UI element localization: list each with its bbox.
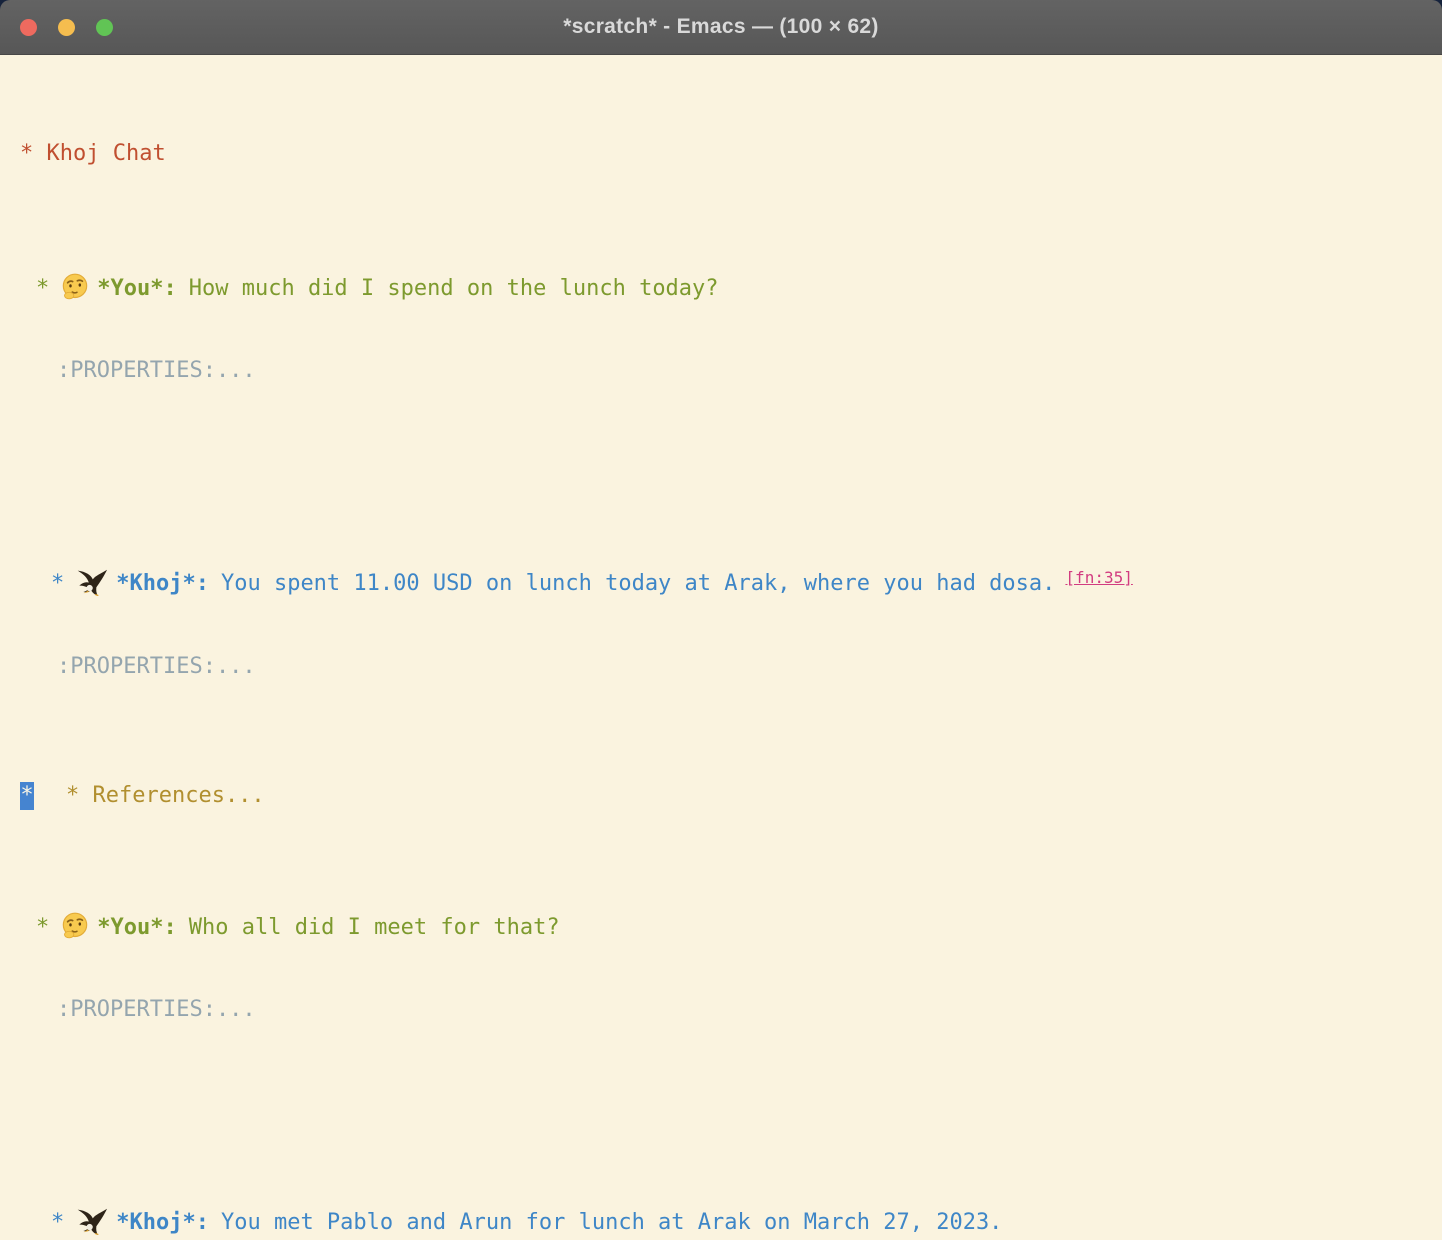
speaker-label: *Khoj*: [116, 571, 209, 596]
references-line[interactable]: * * References... [20, 782, 1432, 810]
emacs-window: *scratch* - Emacs — (100 × 62) * Khoj Ch… [0, 0, 1442, 1240]
blank-line [20, 436, 1432, 466]
org-star: * [36, 915, 49, 940]
chat-message-khoj[interactable]: * *Khoj*: You met Pablo and Arun for lunch… [20, 1205, 1432, 1240]
message-text: Who all did I meet for that? [189, 915, 560, 940]
footnote-link[interactable]: [fn:35] [1065, 568, 1132, 587]
org-star: * [51, 1210, 64, 1235]
eagle-icon [76, 569, 108, 596]
message-text: You met Pablo and Arun for lunch at Arak… [221, 1210, 1002, 1235]
org-heading-khoj-chat[interactable]: * Khoj Chat [20, 136, 1432, 171]
zoom-button[interactable] [96, 19, 113, 36]
speaker-label: *Khoj*: [116, 1210, 209, 1235]
message-text: You spent 11.00 USD on lunch today at Ar… [221, 571, 1055, 596]
references-heading[interactable]: * References... [66, 783, 265, 808]
eagle-icon [76, 1208, 108, 1235]
chat-message-you[interactable]: * *You*: How much did I spend on the lunch… [20, 271, 1432, 306]
speaker-label: *You*: [97, 276, 176, 301]
thinking-face-icon [61, 912, 89, 940]
properties-drawer[interactable]: :PROPERTIES:... [20, 995, 1432, 1025]
thinking-face-icon [61, 273, 89, 301]
chat-message-you[interactable]: * *You*: Who all did I meet for that? [20, 910, 1432, 945]
window-title: *scratch* - Emacs — (100 × 62) [563, 15, 878, 39]
traffic-lights [20, 0, 113, 55]
org-star: * [36, 276, 49, 301]
title-bar[interactable]: *scratch* - Emacs — (100 × 62) [0, 0, 1442, 55]
text-cursor: * [20, 782, 34, 810]
properties-drawer[interactable]: :PROPERTIES:... [20, 356, 1432, 386]
org-buffer[interactable]: * Khoj Chat * *You*: How much did I spend … [0, 55, 1442, 1240]
properties-drawer[interactable]: :PROPERTIES:... [20, 652, 1432, 682]
speaker-label: *You*: [97, 915, 176, 940]
blank-line [20, 1075, 1432, 1105]
close-button[interactable] [20, 19, 37, 36]
chat-message-khoj[interactable]: * *Khoj*: You spent 11.00 USD on lunch tod… [20, 566, 1432, 602]
minimize-button[interactable] [58, 19, 75, 36]
message-text: How much did I spend on the lunch today? [189, 276, 719, 301]
org-star: * [51, 571, 64, 596]
